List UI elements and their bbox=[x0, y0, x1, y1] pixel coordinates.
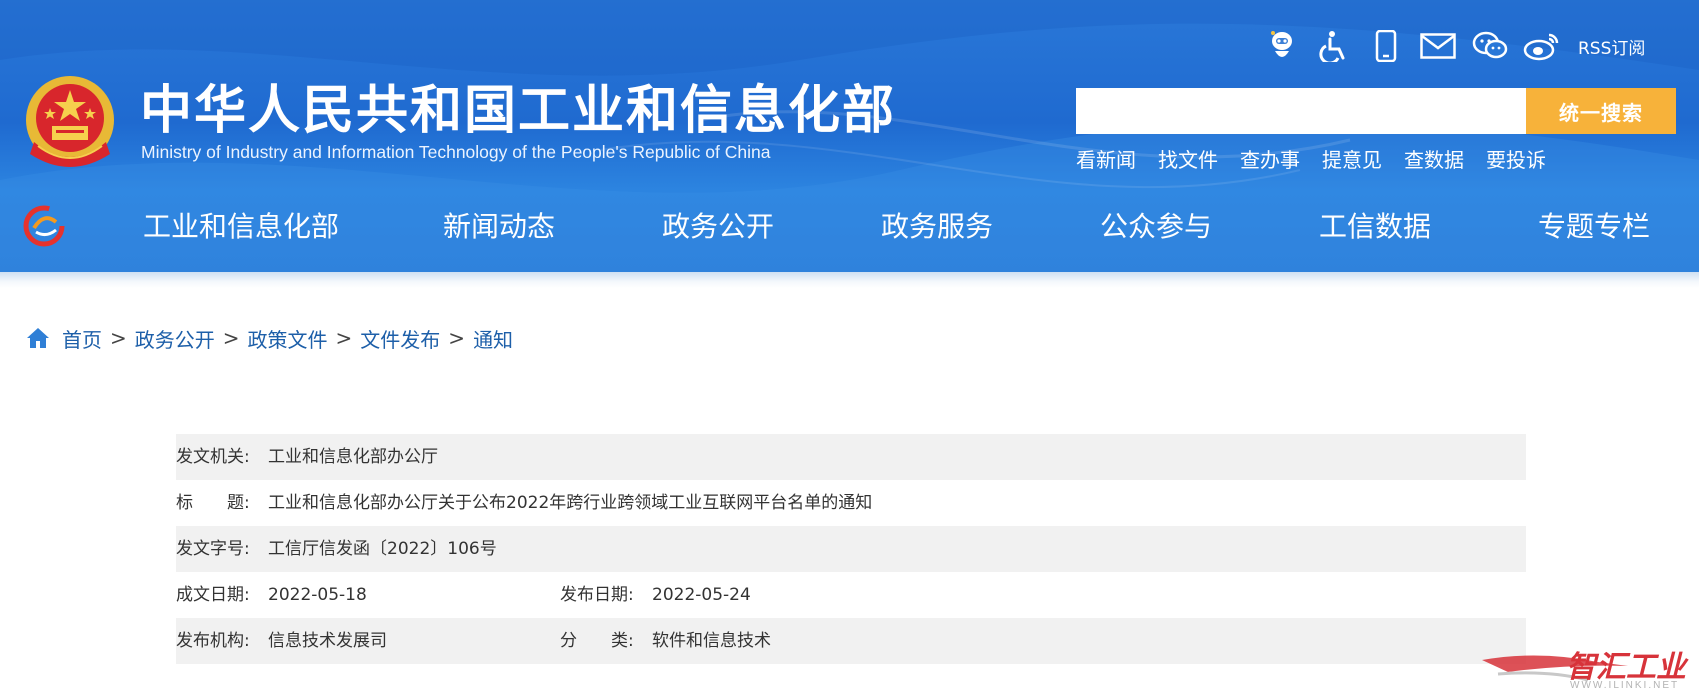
written-date-value: 2022-05-18 bbox=[268, 585, 367, 605]
info-row-doc-number: 发文字号: 工信厅信发函〔2022〕106号 bbox=[176, 526, 1526, 572]
watermark-url: WWW.ILINKI.NET bbox=[1570, 680, 1680, 691]
unified-search-button[interactable]: 统一搜索 bbox=[1526, 88, 1676, 134]
header-shadow bbox=[0, 272, 1699, 288]
publish-date-value: 2022-05-24 bbox=[652, 585, 751, 605]
nav-item-gov-affairs[interactable]: 政务公开 bbox=[662, 205, 774, 249]
breadcrumb-gov-affairs[interactable]: 政务公开 bbox=[135, 324, 215, 353]
info-row-issuer: 发文机关: 工业和信息化部办公厅 bbox=[176, 434, 1526, 480]
breadcrumb-home[interactable]: 首页 bbox=[62, 324, 102, 353]
issuer-label: 发文机关: bbox=[176, 447, 250, 467]
written-date-label: 成文日期: bbox=[176, 585, 250, 605]
breadcrumb-notice[interactable]: 通知 bbox=[473, 324, 513, 353]
weibo-icon[interactable] bbox=[1522, 26, 1562, 66]
publish-date-label: 发布日期: bbox=[560, 585, 634, 605]
wechat-icon[interactable] bbox=[1470, 26, 1510, 66]
mail-icon[interactable] bbox=[1418, 26, 1458, 66]
breadcrumb-separator: > bbox=[335, 326, 353, 350]
nav-item-gov-services[interactable]: 政务服务 bbox=[881, 205, 993, 249]
info-row-title: 标 题: 工业和信息化部办公厅关于公布2022年跨行业跨领域工业互联网平台名单的… bbox=[176, 480, 1526, 526]
nav-item-public-participation[interactable]: 公众参与 bbox=[1100, 205, 1212, 249]
document-info-table: 发文机关: 工业和信息化部办公厅 标 题: 工业和信息化部办公厅关于公布2022… bbox=[176, 434, 1526, 664]
breadcrumb-policy-files[interactable]: 政策文件 bbox=[248, 324, 328, 353]
robot-assistant-icon[interactable] bbox=[1262, 26, 1302, 66]
org-label: 发布机构: bbox=[176, 631, 250, 651]
doc-number-label: 发文字号: bbox=[176, 539, 250, 559]
quick-link-services[interactable]: 查办事 bbox=[1240, 144, 1300, 173]
nav-item-news[interactable]: 新闻动态 bbox=[443, 205, 555, 249]
search-input[interactable] bbox=[1076, 88, 1530, 134]
org-value: 信息技术发展司 bbox=[268, 631, 387, 651]
issuer-value: 工业和信息化部办公厅 bbox=[268, 447, 438, 467]
site-title-chinese: 中华人民共和国工业和信息化部 bbox=[140, 81, 897, 141]
info-row-dates: 成文日期: 2022-05-18 发布日期: 2022-05-24 bbox=[176, 572, 1526, 618]
nav-item-miit-data[interactable]: 工信数据 bbox=[1319, 205, 1431, 249]
doc-number-value: 工信厅信发函〔2022〕106号 bbox=[268, 539, 497, 559]
title-label: 标 题: bbox=[176, 493, 250, 513]
home-icon[interactable] bbox=[26, 326, 50, 350]
quick-link-feedback[interactable]: 提意见 bbox=[1322, 144, 1382, 173]
mobile-icon[interactable] bbox=[1366, 26, 1406, 66]
breadcrumb-file-release[interactable]: 文件发布 bbox=[360, 324, 440, 353]
title-value: 工业和信息化部办公厅关于公布2022年跨行业跨领域工业互联网平台名单的通知 bbox=[268, 493, 873, 513]
nav-item-special-topics[interactable]: 专题专栏 bbox=[1538, 205, 1650, 249]
ministry-logo-icon[interactable] bbox=[22, 204, 66, 248]
quick-links: 看新闻 找文件 查办事 提意见 查数据 要投诉 bbox=[1076, 144, 1568, 173]
quick-link-news[interactable]: 看新闻 bbox=[1076, 144, 1136, 173]
rss-subscribe-link[interactable]: RSS订阅 bbox=[1578, 34, 1645, 59]
breadcrumb-separator: > bbox=[222, 326, 240, 350]
info-row-org: 发布机构: 信息技术发展司 分 类: 软件和信息技术 bbox=[176, 618, 1526, 664]
quick-link-files[interactable]: 找文件 bbox=[1158, 144, 1218, 173]
utility-icon-bar: RSS订阅 bbox=[1262, 26, 1645, 66]
quick-link-data[interactable]: 查数据 bbox=[1404, 144, 1464, 173]
category-value: 软件和信息技术 bbox=[652, 631, 771, 651]
breadcrumb-separator: > bbox=[448, 326, 466, 350]
site-title-english: Ministry of Industry and Information Tec… bbox=[141, 142, 771, 162]
breadcrumb: 首页 > 政务公开 > 政策文件 > 文件发布 > 通知 bbox=[26, 322, 513, 354]
site-header: 中华人民共和国工业和信息化部 Ministry of Industry and … bbox=[0, 0, 1699, 272]
accessibility-icon[interactable] bbox=[1314, 26, 1354, 66]
quick-link-complaint[interactable]: 要投诉 bbox=[1486, 144, 1546, 173]
nav-item-ministry[interactable]: 工业和信息化部 bbox=[143, 205, 339, 249]
national-emblem-icon bbox=[26, 76, 114, 167]
category-label: 分 类: bbox=[560, 631, 634, 651]
breadcrumb-separator: > bbox=[110, 326, 127, 350]
